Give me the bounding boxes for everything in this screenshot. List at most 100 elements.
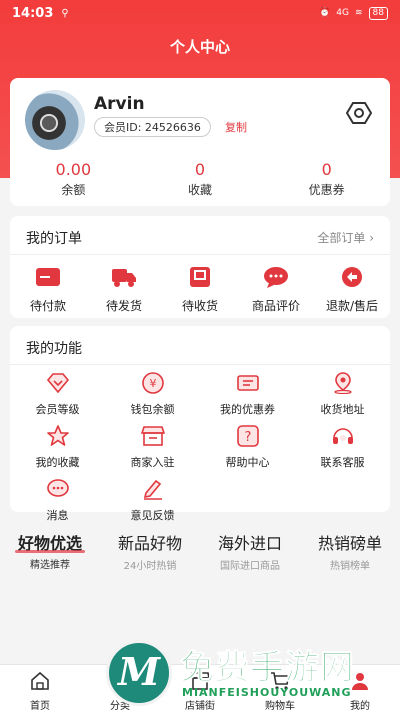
order-pending-receipt[interactable]: 待收货: [162, 266, 238, 314]
profile-stats: 0.00 余额 0 收藏 0 优惠券: [10, 160, 390, 198]
orders-card: 我的订单 全部订单 › 待付款 待发货 待收货 商品评价 退款/售后: [10, 216, 390, 318]
return-icon: [342, 267, 362, 287]
func-member-level[interactable]: 会员等级: [10, 372, 105, 417]
member-id: 会员ID: 24526636: [94, 117, 211, 137]
truck-icon: [112, 269, 136, 287]
diamond-icon: [46, 373, 69, 394]
help-icon: ?: [236, 425, 259, 447]
svg-text:¥: ¥: [149, 377, 156, 390]
tab-title: 海外进口: [217, 534, 282, 553]
func-coupons[interactable]: 我的优惠券: [200, 372, 295, 417]
watermark-subtext: MIANFEISHOUYOUWANG: [182, 686, 352, 699]
location-pin-icon: [333, 372, 352, 395]
alarm-icon: ⏰: [319, 8, 331, 18]
tab-subtitle: 国际进口商品: [220, 561, 280, 572]
nav-label: 首页: [30, 701, 50, 711]
orders-title: 我的订单: [26, 231, 82, 247]
stat-label: 优惠券: [308, 183, 345, 197]
tab-overseas-import[interactable]: 海外进口 国际进口商品: [200, 530, 300, 572]
message-icon: [46, 479, 69, 497]
tab-new-products[interactable]: 新品好物 24小时热销: [100, 530, 200, 572]
nav-home[interactable]: 首页: [0, 665, 80, 711]
func-customer-service[interactable]: 联系客服: [295, 425, 390, 470]
tab-subtitle: 热销榜单: [330, 561, 370, 572]
headset-icon: [332, 428, 353, 444]
home-icon: [31, 671, 49, 690]
wallet-icon: [36, 268, 60, 286]
profile-card: Arvin 会员ID: 24526636 复制 0.00 余额 0 收藏 0 优…: [10, 78, 390, 206]
tab-title: 新品好物: [117, 534, 182, 553]
functions-card: 我的功能 会员等级 ¥ 钱包余额 我的优惠券 收货地址 我的收藏 商家入驻 ?: [10, 326, 390, 522]
func-label: 意见反馈: [130, 509, 175, 522]
stat-balance[interactable]: 0.00 余额: [10, 160, 137, 198]
stat-value: 0: [321, 160, 332, 179]
coupon-icon: [236, 375, 259, 391]
func-address[interactable]: 收货地址: [295, 372, 390, 417]
edit-icon: [143, 479, 162, 500]
star-icon: [46, 425, 69, 446]
order-refund[interactable]: 退款/售后: [314, 266, 390, 314]
func-label: 我的收藏: [35, 456, 80, 469]
tab-subtitle: 精选推荐: [30, 560, 70, 571]
tab-title: 热销磅单: [317, 534, 382, 553]
all-orders-link[interactable]: 全部订单 ›: [317, 229, 374, 246]
status-bar: 14:03 ⚲ ⏰ 4G ≋ 88: [0, 0, 400, 26]
store-icon: [140, 426, 165, 446]
func-label: 帮助中心: [225, 456, 270, 469]
divider: [10, 254, 390, 255]
tab-best-sellers[interactable]: 热销磅单 热销榜单: [300, 530, 400, 572]
avatar[interactable]: [25, 90, 85, 150]
product-tabs: 好物优选 精选推荐 新品好物 24小时热销 海外进口 国际进口商品 热销磅单 热…: [0, 530, 400, 572]
order-pending-payment[interactable]: 待付款: [10, 266, 86, 314]
package-icon: [190, 267, 210, 287]
stat-label: 余额: [61, 183, 86, 197]
username: Arvin: [94, 94, 145, 114]
stat-value: 0: [194, 160, 206, 179]
func-merchant[interactable]: 商家入驻: [105, 425, 200, 470]
usb-icon: ⚲: [61, 7, 69, 19]
func-label: 消息: [46, 509, 69, 522]
order-label: 商品评价: [251, 299, 300, 313]
func-label: 我的优惠券: [220, 403, 275, 416]
site-watermark: M 免费手游网 MIANFEISHOUYOUWANG: [100, 632, 400, 711]
settings-icon[interactable]: [346, 100, 372, 126]
func-label: 收货地址: [320, 403, 365, 416]
tab-subtitle: 24小时热销: [123, 561, 177, 572]
func-messages[interactable]: 消息: [10, 478, 105, 523]
func-label: 商家入驻: [130, 456, 175, 469]
watermark-logo: M: [106, 640, 172, 706]
order-label: 待付款: [29, 299, 66, 313]
all-orders-label: 全部订单: [317, 231, 366, 245]
stat-coupons[interactable]: 0 优惠券: [263, 160, 390, 198]
chevron-right-icon: ›: [369, 231, 374, 245]
order-label: 待收货: [181, 299, 218, 313]
func-label: 联系客服: [320, 456, 365, 469]
stat-label: 收藏: [188, 183, 213, 197]
func-feedback[interactable]: 意见反馈: [105, 478, 200, 523]
stat-value: 0.00: [55, 160, 92, 179]
svg-text:?: ?: [244, 430, 251, 445]
status-time: 14:03: [12, 5, 54, 21]
status-icons: ⏰ 4G ≋ 88: [319, 6, 388, 20]
wifi-icon: ≋: [355, 8, 363, 18]
order-status-row: 待付款 待发货 待收货 商品评价 退款/售后: [10, 266, 390, 314]
yen-coin-icon: ¥: [141, 372, 164, 394]
func-help[interactable]: ? 帮助中心: [200, 425, 295, 470]
func-label: 会员等级: [35, 403, 80, 416]
order-label: 待发货: [105, 299, 142, 313]
stat-favorites[interactable]: 0 收藏: [137, 160, 264, 198]
chat-icon: [264, 267, 288, 288]
tab-active-indicator: [15, 550, 85, 553]
tab-good-picks[interactable]: 好物优选 精选推荐: [0, 530, 100, 572]
signal-label: 4G: [336, 8, 349, 18]
functions-grid: 会员等级 ¥ 钱包余额 我的优惠券 收货地址 我的收藏 商家入驻 ? 帮助中心 …: [10, 372, 390, 523]
func-favorites[interactable]: 我的收藏: [10, 425, 105, 470]
order-review[interactable]: 商品评价: [238, 266, 314, 314]
order-pending-shipment[interactable]: 待发货: [86, 266, 162, 314]
func-wallet[interactable]: ¥ 钱包余额: [105, 372, 200, 417]
battery-icon: 88: [368, 6, 388, 20]
divider: [10, 364, 390, 365]
functions-title: 我的功能: [26, 341, 82, 357]
func-label: 钱包余额: [130, 403, 175, 416]
copy-button[interactable]: 复制: [225, 119, 247, 135]
